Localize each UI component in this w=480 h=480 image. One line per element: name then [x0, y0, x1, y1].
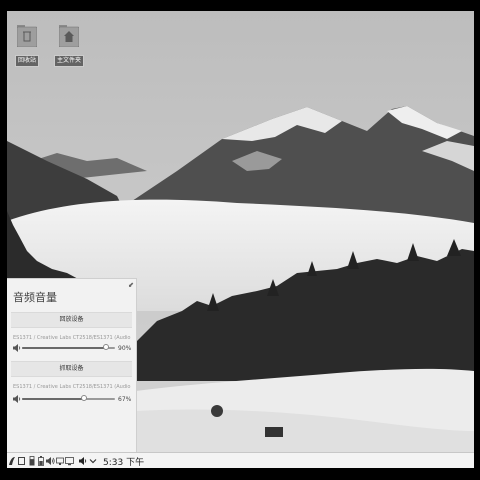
slider-fill [22, 347, 106, 349]
battery-icon[interactable] [38, 456, 44, 466]
slider-handle[interactable] [102, 344, 109, 350]
playback-device-name: ES1371 / Creative Labs CT2518/ES1371 (Au… [13, 335, 131, 341]
playback-percent: 90% [118, 345, 132, 352]
volume-control-panel: ⬋ 音频音量 回放设备 ES1371 / Creative Labs CT251… [7, 278, 137, 453]
capture-device-name: ES1371 / Creative Labs CT2518/ES1371 (Au… [13, 384, 131, 390]
playback-volume-slider[interactable] [22, 344, 115, 350]
home-folder-icon [59, 23, 79, 47]
chevron-down-icon[interactable] [89, 456, 97, 466]
capture-percent: 67% [118, 396, 132, 403]
app-logo-icon[interactable] [8, 456, 16, 466]
slider-fill [22, 398, 85, 400]
playback-section-header: 回放设备 [11, 312, 132, 328]
desktop-icon-trash[interactable]: 回收站 [9, 23, 45, 67]
capture-section-header: 抓取设备 [11, 361, 132, 377]
speaker-icon[interactable] [13, 395, 21, 403]
slider-handle[interactable] [81, 395, 88, 401]
display-icon[interactable] [65, 456, 74, 466]
pin-icon[interactable]: ⬋ [128, 281, 134, 289]
capture-volume-slider[interactable] [22, 395, 115, 401]
usb-icon[interactable] [29, 456, 35, 466]
taskbar: 5:33 下午 [7, 452, 474, 468]
screen: 回收站 主文件夹 ⬋ 音频音量 回放设备 ES1371 / Creative L… [7, 11, 474, 468]
network-icon[interactable] [56, 456, 64, 466]
speaker-icon[interactable] [13, 344, 21, 352]
window-icon[interactable] [18, 456, 25, 466]
volume-icon[interactable] [46, 456, 55, 466]
speaker-icon[interactable] [79, 456, 87, 466]
desktop-icon-label: 主文件夹 [53, 55, 84, 67]
trash-folder-icon [17, 23, 37, 47]
clock[interactable]: 5:33 下午 [103, 455, 144, 468]
desktop-icon-home[interactable]: 主文件夹 [51, 23, 87, 67]
panel-title: 音频音量 [13, 291, 57, 304]
desktop-icon-label: 回收站 [14, 55, 39, 67]
